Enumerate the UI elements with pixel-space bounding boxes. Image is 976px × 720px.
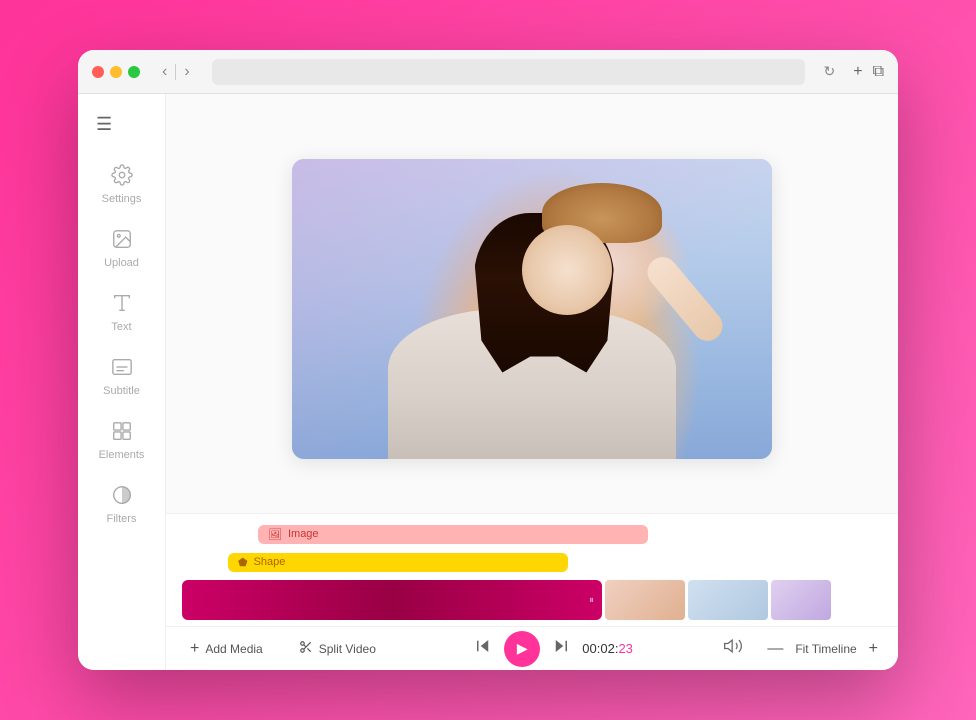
text-icon bbox=[108, 289, 136, 317]
address-bar[interactable] bbox=[212, 59, 806, 85]
image-track-row: 🖼 Image bbox=[178, 522, 886, 546]
video-thumbnail-3[interactable] bbox=[771, 580, 831, 620]
timeline-tracks: 🖼 Image ⬟ Shape bbox=[166, 514, 898, 626]
controls-bar: + Add Media Split Video bbox=[166, 626, 898, 670]
sidebar: ☰ Settings bbox=[78, 94, 166, 670]
add-media-label: Add Media bbox=[205, 642, 262, 656]
sidebar-item-text[interactable]: Text bbox=[82, 279, 162, 343]
hamburger-button[interactable]: ☰ bbox=[88, 106, 120, 143]
sidebar-item-upload[interactable]: Upload bbox=[82, 215, 162, 279]
figure-face bbox=[522, 225, 612, 315]
browser-body: ☰ Settings bbox=[78, 94, 898, 670]
play-button[interactable]: ▶ bbox=[504, 631, 540, 667]
fit-minus-button[interactable]: — bbox=[763, 638, 787, 660]
filters-icon bbox=[108, 481, 136, 509]
video-segment-main[interactable] bbox=[182, 580, 602, 620]
image-track-label: Image bbox=[288, 528, 319, 540]
sidebar-item-filters-label: Filters bbox=[107, 513, 137, 525]
sidebar-item-settings[interactable]: Settings bbox=[82, 151, 162, 215]
video-thumbnail-2[interactable] bbox=[688, 580, 768, 620]
new-tab-button[interactable]: + bbox=[853, 63, 862, 81]
back-button[interactable]: ‹ bbox=[158, 61, 171, 83]
fit-timeline-controls: — Fit Timeline + bbox=[763, 638, 882, 660]
shape-track-row: ⬟ Shape bbox=[178, 550, 886, 574]
split-video-label: Split Video bbox=[319, 642, 376, 656]
traffic-light-green[interactable] bbox=[128, 66, 140, 78]
duplicate-button[interactable]: ⧉ bbox=[873, 63, 884, 81]
browser-titlebar: ‹ › ↻ + ⧉ bbox=[78, 50, 898, 94]
video-track-row bbox=[178, 578, 886, 622]
traffic-light-red[interactable] bbox=[92, 66, 104, 78]
skip-back-button[interactable] bbox=[474, 637, 492, 660]
preview-area bbox=[166, 94, 898, 513]
image-track-icon: 🖼 bbox=[268, 528, 282, 541]
titlebar-actions: + ⧉ bbox=[853, 63, 884, 81]
timecode-colored: 23 bbox=[618, 641, 632, 656]
timecode-main: 00:02: bbox=[582, 641, 618, 656]
preview-image bbox=[292, 159, 772, 459]
image-track-bar[interactable]: 🖼 Image bbox=[258, 525, 648, 544]
nav-divider bbox=[175, 64, 176, 80]
main-content: 🖼 Image ⬟ Shape bbox=[166, 94, 898, 670]
sidebar-item-filters[interactable]: Filters bbox=[82, 471, 162, 535]
volume-button[interactable] bbox=[723, 636, 743, 661]
sidebar-item-text-label: Text bbox=[111, 321, 131, 333]
playback-controls: ▶ 00:02:23 bbox=[474, 631, 633, 667]
subtitle-icon bbox=[108, 353, 136, 381]
timeline-area: 🖼 Image ⬟ Shape bbox=[166, 513, 898, 626]
shape-track-icon: ⬟ bbox=[238, 556, 248, 569]
shape-track-bar[interactable]: ⬟ Shape bbox=[228, 553, 568, 572]
sidebar-item-elements-label: Elements bbox=[99, 449, 145, 461]
elements-icon bbox=[108, 417, 136, 445]
timecode-display: 00:02:23 bbox=[582, 641, 633, 656]
add-media-plus-icon: + bbox=[190, 640, 199, 658]
play-icon: ▶ bbox=[517, 640, 528, 657]
sidebar-item-upload-label: Upload bbox=[104, 257, 139, 269]
nav-buttons: ‹ › bbox=[158, 61, 194, 83]
video-thumbnail-1[interactable] bbox=[605, 580, 685, 620]
fit-plus-button[interactable]: + bbox=[865, 638, 882, 660]
forward-button[interactable]: › bbox=[180, 61, 193, 83]
preview-canvas bbox=[292, 159, 772, 459]
reload-button[interactable]: ↻ bbox=[823, 63, 835, 80]
traffic-lights bbox=[92, 66, 140, 78]
fit-timeline-label: Fit Timeline bbox=[795, 642, 856, 656]
gear-icon bbox=[108, 161, 136, 189]
sidebar-item-settings-label: Settings bbox=[102, 193, 142, 205]
sidebar-item-subtitle[interactable]: Subtitle bbox=[82, 343, 162, 407]
upload-image-icon bbox=[108, 225, 136, 253]
scissors-icon bbox=[299, 640, 313, 657]
add-media-button[interactable]: + Add Media bbox=[182, 636, 271, 662]
sidebar-item-subtitle-label: Subtitle bbox=[103, 385, 140, 397]
skip-forward-button[interactable] bbox=[552, 637, 570, 660]
sidebar-item-elements[interactable]: Elements bbox=[82, 407, 162, 471]
shape-track-label: Shape bbox=[254, 556, 286, 568]
browser-window: ‹ › ↻ + ⧉ ☰ Settings bbox=[78, 50, 898, 670]
traffic-light-yellow[interactable] bbox=[110, 66, 122, 78]
split-video-button[interactable]: Split Video bbox=[291, 636, 384, 661]
